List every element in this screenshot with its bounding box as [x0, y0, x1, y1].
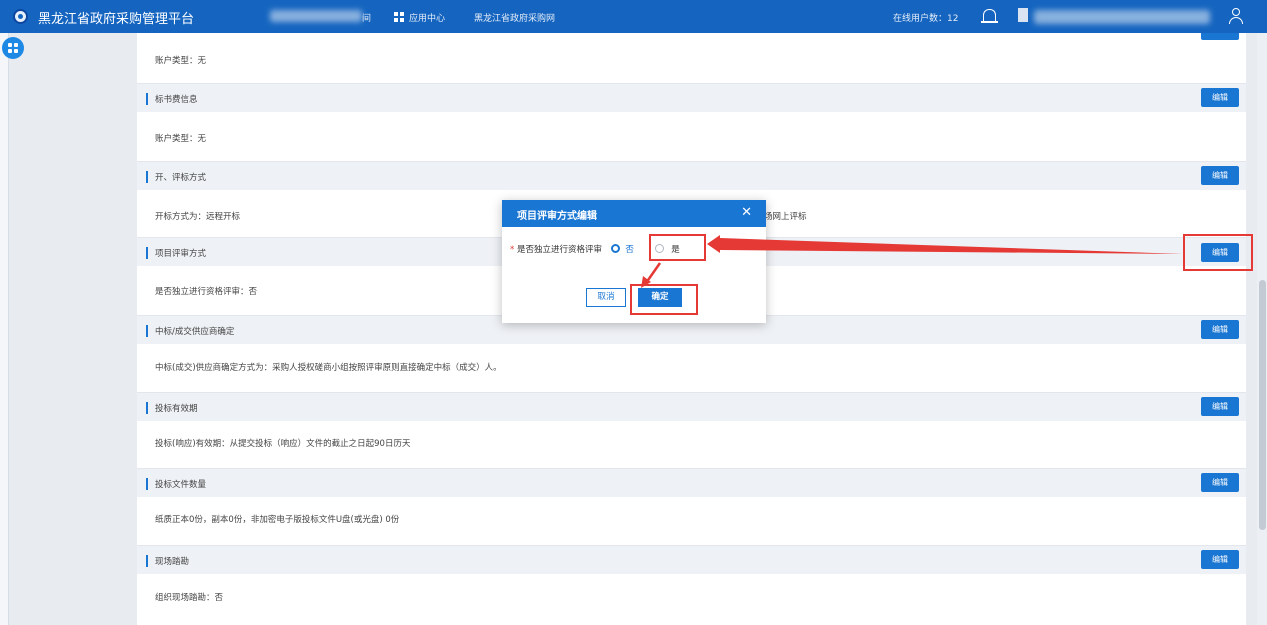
blurred-nav-item [270, 10, 362, 22]
app-center-link[interactable]: 应用中心 [409, 11, 445, 24]
section-body-text: 投标(响应)有效期：从提交投标（响应）文件的截止之日起90日历天 [155, 439, 411, 449]
dialog-title: 项目评审方式编辑 [517, 211, 597, 222]
platform-title: 黑龙江省政府采购管理平台 [38, 12, 195, 27]
left-sidebar-collapsed [0, 33, 9, 625]
section-body: 账户类型：无 [137, 33, 1246, 81]
app-grid-icon [394, 12, 404, 22]
top-bar: 黑龙江省政府采购管理平台 间 应用中心 黑龙江省政府采购网 在线用户数：12 [0, 0, 1267, 33]
document-icon[interactable] [1018, 8, 1028, 22]
section-body-text: 是否独立进行资格评审：否 [155, 287, 258, 297]
cancel-button[interactable]: 取消 [586, 288, 626, 307]
edit-button[interactable]: 编辑 [1201, 397, 1239, 416]
section-title: 项目评审方式 [155, 249, 207, 259]
section-header: 投标文件数量 编辑 [137, 468, 1246, 497]
section-body-text: 纸质正本0份，副本0份，非加密电子版投标文件U盘(或光盘) 0份 [155, 515, 400, 525]
section-body-text: 中标(成交)供应商确定方式为：采购人授权磋商小组按照评审原则直接确定中标（成交）… [155, 363, 502, 373]
notification-bell-icon[interactable] [981, 9, 998, 23]
section-title: 现场踏勘 [155, 557, 190, 567]
radio-no[interactable] [610, 244, 620, 253]
menu-toggle-button[interactable] [2, 37, 24, 59]
project-info-panel: 账户类型：无 标书费信息 编辑 账户类型：无 开、评标方式 编辑 开标方式为：远… [137, 33, 1246, 625]
dialog-header: 项目评审方式编辑 ✕ [502, 200, 766, 227]
section-header: 开、评标方式 编辑 [137, 161, 1246, 190]
section-title: 中标/成交供应商确定 [155, 327, 235, 337]
section-body-text: 账户类型：无 [155, 56, 207, 66]
edit-button[interactable]: 编辑 [1201, 88, 1239, 107]
section-body: 投标(响应)有效期：从提交投标（响应）文件的截止之日起90日历天 [137, 421, 1246, 469]
blurred-user-info [1034, 10, 1210, 24]
section-body: 纸质正本0份，副本0份，非加密电子版投标文件U盘(或光盘) 0份 [137, 497, 1246, 545]
section-body-text: 开标方式为：远程开标 [155, 212, 241, 222]
field-label: 是否独立进行资格评审 [516, 245, 602, 255]
scrollbar-thumb[interactable] [1259, 280, 1266, 530]
radio-no-label[interactable]: 否 [625, 245, 634, 255]
section-title: 投标有效期 [155, 404, 198, 414]
required-mark: * [510, 245, 515, 255]
section-body: 账户类型：无 [137, 112, 1246, 160]
section-title: 投标文件数量 [155, 480, 207, 490]
platform-logo-icon [13, 9, 28, 24]
edit-button[interactable]: 编辑 [1201, 166, 1239, 185]
highlight-confirm-button [630, 284, 698, 315]
close-icon[interactable]: ✕ [741, 205, 752, 220]
user-icon[interactable] [1229, 8, 1243, 24]
edit-button[interactable] [1201, 33, 1239, 40]
edit-button[interactable]: 编辑 [1201, 473, 1239, 492]
procurement-site-link[interactable]: 黑龙江省政府采购网 [474, 11, 555, 24]
edit-button[interactable]: 编辑 [1201, 550, 1239, 569]
section-body-text: 账户类型：无 [155, 134, 207, 144]
section-title: 开、评标方式 [155, 173, 207, 183]
section-body-text-partial: 场网上评标 [764, 212, 807, 222]
section-header: 现场踏勘 编辑 [137, 545, 1246, 574]
highlight-yes-option [649, 234, 706, 261]
nav-fragment[interactable]: 间 [362, 11, 371, 24]
online-users-count: 在线用户数：12 [893, 14, 959, 24]
highlight-edit-button [1183, 234, 1253, 271]
section-header: 标书费信息 编辑 [137, 83, 1246, 112]
section-body: 中标(成交)供应商确定方式为：采购人授权磋商小组按照评审原则直接确定中标（成交）… [137, 344, 1246, 392]
edit-button[interactable]: 编辑 [1201, 320, 1239, 339]
section-body: 组织现场踏勘：否 [137, 574, 1246, 622]
section-body-text: 组织现场踏勘：否 [155, 593, 224, 603]
section-header: 投标有效期 编辑 [137, 392, 1246, 421]
section-title: 标书费信息 [155, 95, 198, 105]
